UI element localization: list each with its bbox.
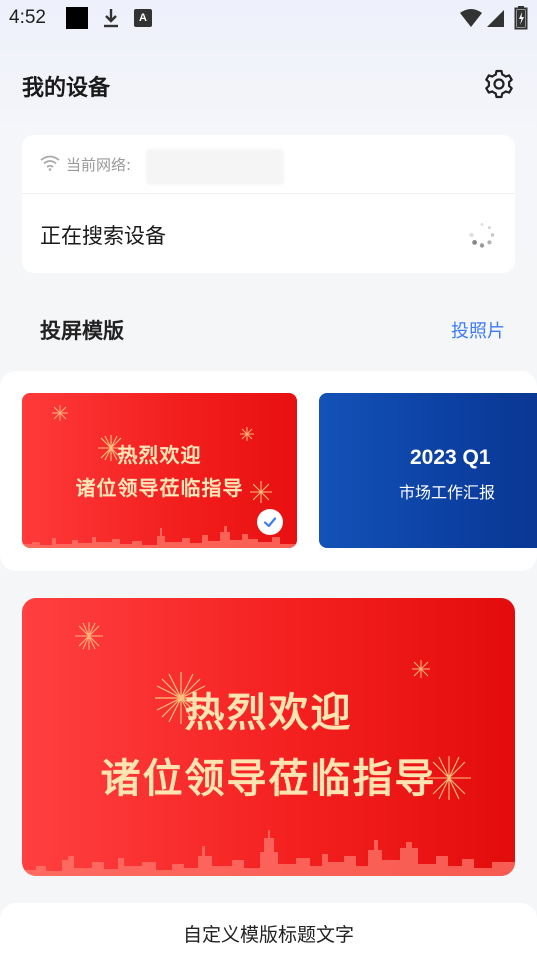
template-line-2: 诸位领导莅临指导 — [75, 476, 244, 500]
battery-icon — [514, 6, 528, 30]
check-icon — [263, 517, 277, 528]
templates-section-title: 投屏模版 — [40, 319, 124, 343]
selected-check-badge — [257, 509, 283, 535]
page-title: 我的设备 — [22, 76, 111, 101]
signal-icon — [487, 10, 504, 27]
skyline-graphic — [22, 526, 297, 548]
template-subtitle: 市场工作汇报 — [399, 483, 496, 502]
notification-square-icon — [66, 7, 88, 29]
skyline-graphic — [22, 830, 515, 876]
template-card-welcome[interactable]: 热烈欢迎 诸位领导莅临指导 — [22, 393, 297, 548]
wifi-icon — [460, 9, 482, 27]
bottom-bar: 自定义模版标题文字 — [0, 903, 537, 956]
status-bar: 4:52 A — [0, 0, 537, 38]
network-row: 当前网络: — [22, 135, 515, 194]
firework-icon — [52, 405, 68, 421]
download-icon — [104, 9, 118, 28]
a-icon: A — [134, 9, 152, 27]
loading-spinner-icon — [469, 223, 495, 248]
settings-button[interactable] — [481, 66, 517, 102]
template-preview: 热烈欢迎 诸位领导莅临指导 — [22, 598, 515, 876]
preview-line-2: 诸位领导莅临指导 — [100, 756, 437, 802]
template-carousel[interactable]: 热烈欢迎 诸位领导莅临指导 2023 Q1 市场工作汇报 — [0, 371, 537, 571]
status-time: 4:52 — [9, 7, 46, 28]
wifi-icon — [40, 155, 60, 171]
template-year: 2023 Q1 — [410, 446, 491, 469]
template-line-1: 热烈欢迎 — [117, 443, 202, 467]
cast-photo-link[interactable]: 投照片 — [451, 317, 505, 343]
gear-icon — [485, 69, 513, 99]
template-card-report[interactable]: 2023 Q1 市场工作汇报 — [319, 393, 537, 548]
device-card: 当前网络: 正在搜索设备 — [22, 135, 515, 273]
network-label: 当前网络: — [66, 156, 132, 174]
custom-title-button[interactable]: 自定义模版标题文字 — [0, 920, 537, 947]
searching-status: 正在搜索设备 — [40, 224, 166, 248]
firework-icon — [75, 622, 103, 650]
network-value — [146, 149, 284, 185]
firework-icon — [412, 660, 430, 678]
preview-line-1: 热烈欢迎 — [184, 690, 353, 736]
